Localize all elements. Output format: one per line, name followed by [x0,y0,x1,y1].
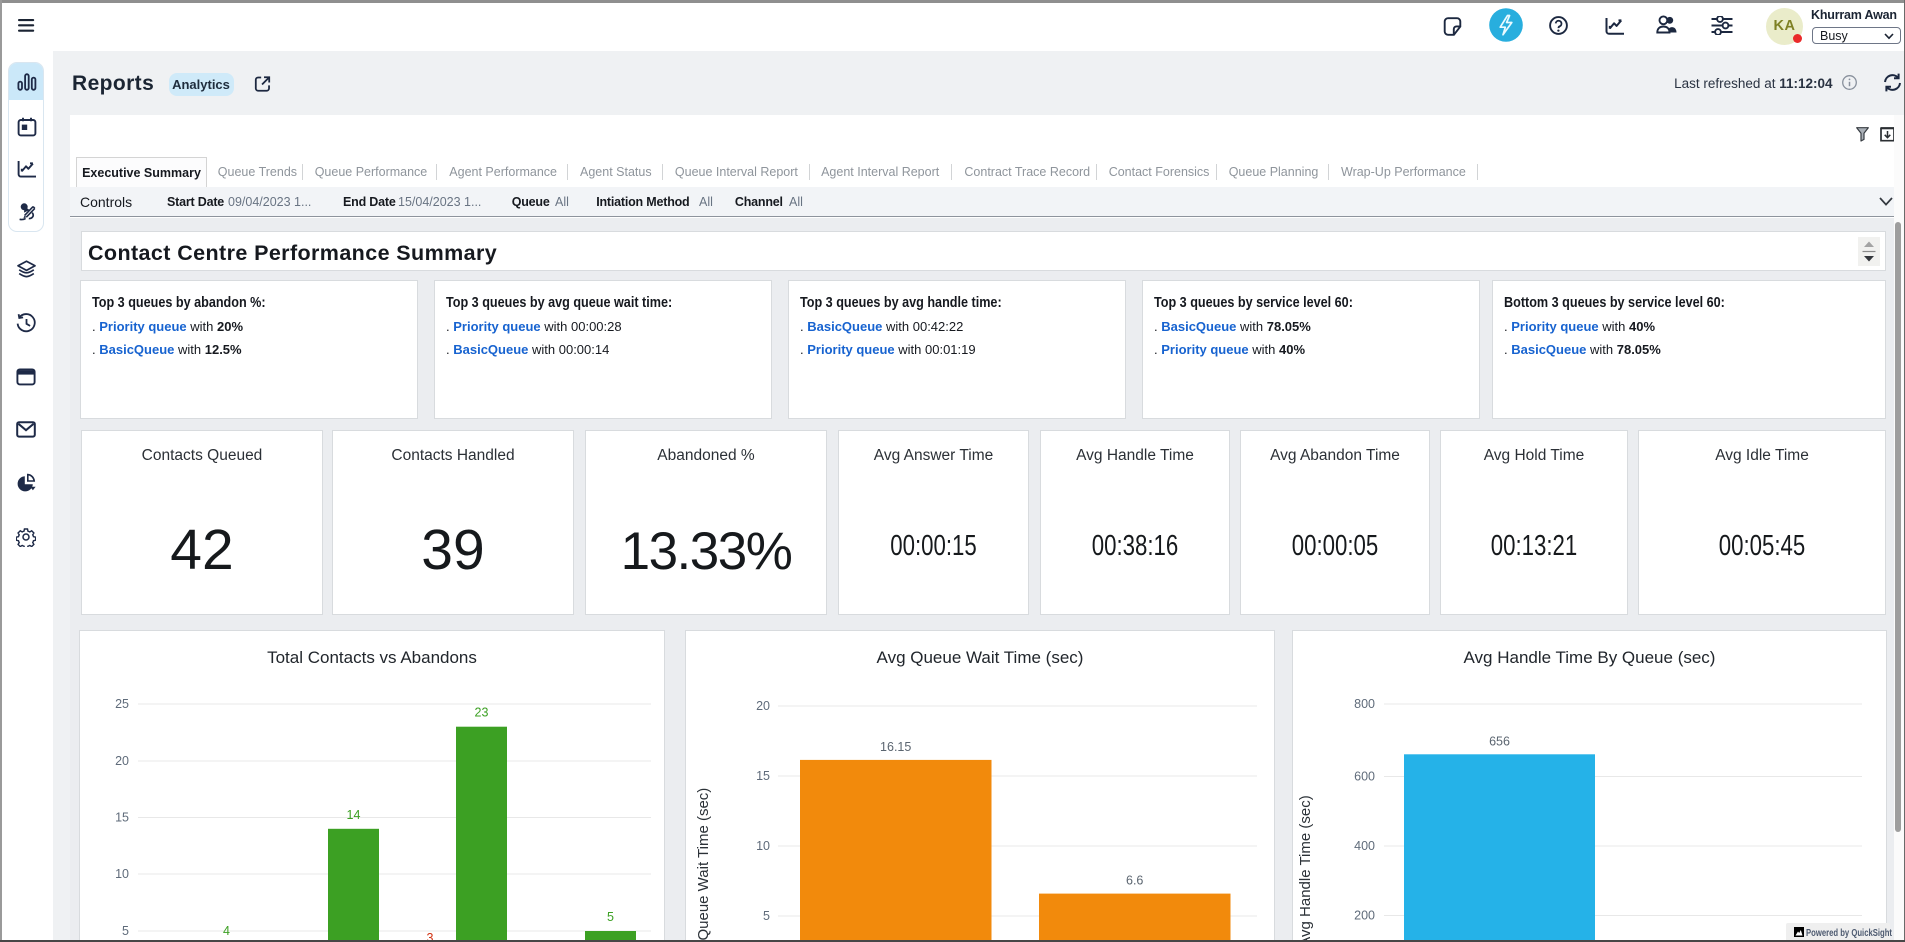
svg-text:Avg Handle Time (sec): Avg Handle Time (sec) [1297,795,1314,942]
svg-text:10: 10 [756,839,770,853]
svg-text:5: 5 [763,909,770,923]
svg-text:656: 656 [1489,734,1510,748]
svg-text:20: 20 [756,699,770,713]
svg-text:4: 4 [223,924,230,938]
svg-text:23: 23 [475,706,489,720]
svg-text:6.6: 6.6 [1126,874,1143,888]
svg-text:14: 14 [347,808,361,822]
svg-text:5: 5 [607,910,614,924]
svg-text:15: 15 [756,769,770,783]
svg-text:800: 800 [1354,697,1375,711]
svg-text:200: 200 [1354,909,1375,923]
svg-text:Avg Queue Wait Time (sec): Avg Queue Wait Time (sec) [695,788,712,942]
svg-text:15: 15 [115,811,129,825]
svg-text:10: 10 [115,867,129,881]
svg-text:600: 600 [1354,770,1375,784]
svg-text:16.15: 16.15 [880,740,911,754]
svg-text:25: 25 [115,697,129,711]
svg-text:5: 5 [122,924,129,938]
svg-text:20: 20 [115,754,129,768]
svg-text:400: 400 [1354,839,1375,853]
